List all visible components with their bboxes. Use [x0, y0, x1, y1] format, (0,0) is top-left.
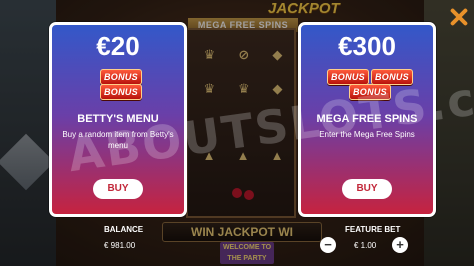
- bonus-badge: BONUS: [100, 69, 142, 85]
- feature-bet-label: FEATURE BET: [345, 225, 401, 234]
- bonus-badge: BONUS: [371, 69, 413, 85]
- bonus-badge: BONUS: [100, 84, 142, 100]
- increase-bet-button[interactable]: +: [392, 237, 408, 253]
- decrease-bet-button[interactable]: −: [320, 237, 336, 253]
- bonus-badge-stack: BONUS BONUS BONUS: [301, 69, 433, 103]
- feature-title: BETTY'S MENU: [77, 113, 159, 125]
- feature-description: Buy a random item from Betty's menu: [62, 130, 174, 150]
- bonus-badge: BONUS: [327, 69, 369, 85]
- feature-price: €300: [338, 31, 396, 61]
- close-icon[interactable]: [448, 6, 470, 28]
- feature-description: Enter the Mega Free Spins: [319, 130, 415, 139]
- balance-value: € 981.00: [104, 241, 136, 250]
- feature-card-mega-free-spins: €300 BONUS BONUS BONUS MEGA FREE SPINS E…: [298, 22, 436, 217]
- feature-price: €20: [96, 31, 140, 61]
- balance-label: BALANCE: [104, 225, 144, 234]
- bonus-badge-stack: BONUS BONUS: [52, 69, 184, 103]
- feature-title: MEGA FREE SPINS: [316, 113, 418, 125]
- feature-bet-value: € 1.00: [354, 241, 377, 250]
- bonus-badge: BONUS: [349, 84, 391, 100]
- feature-card-bettys-menu: €20 BONUS BONUS BETTY'S MENU Buy a rando…: [49, 22, 187, 217]
- buy-button-mega-free-spins[interactable]: BUY: [342, 179, 392, 199]
- buy-button-bettys-menu[interactable]: BUY: [93, 179, 143, 199]
